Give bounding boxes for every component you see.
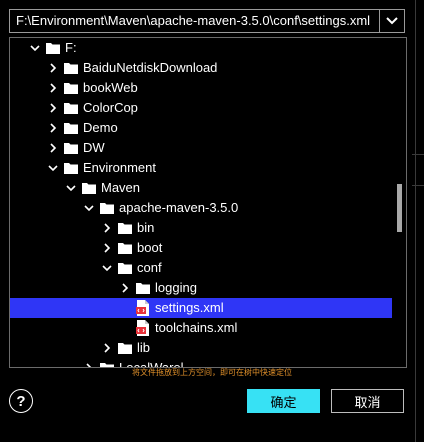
folder-icon	[64, 62, 78, 74]
tree-item-label: BaiduNetdiskDownload	[83, 60, 218, 75]
tree-item-label: lib	[137, 340, 151, 355]
chevron-right-icon[interactable]	[48, 103, 58, 113]
tree-item-label: toolchains.xml	[155, 320, 238, 335]
vertical-scrollbar[interactable]	[392, 38, 406, 367]
tree-item-label: boot	[137, 240, 163, 255]
tree-folder-row[interactable]: bookWeb	[10, 78, 392, 98]
tree-folder-row[interactable]: ColorCop	[10, 98, 392, 118]
folder-icon	[136, 282, 150, 294]
chevron-right-icon[interactable]	[48, 63, 58, 73]
folder-icon	[64, 82, 78, 94]
folder-icon	[118, 222, 132, 234]
chevron-down-icon[interactable]	[84, 203, 94, 213]
folder-icon	[64, 142, 78, 154]
xml-file-icon	[136, 320, 150, 336]
chevron-down-icon[interactable]	[379, 10, 404, 32]
tree-item-label: Demo	[83, 120, 118, 135]
folder-icon	[64, 102, 78, 114]
tree-item-label: apache-maven-3.5.0	[119, 200, 239, 215]
tree-item-label: DW	[83, 140, 105, 155]
tree-folder-row[interactable]: apache-maven-3.5.0	[10, 198, 392, 218]
background-divider	[412, 154, 424, 155]
chevron-down-icon[interactable]	[30, 43, 40, 53]
tree-folder-row[interactable]: conf	[10, 258, 392, 278]
chevron-down-icon[interactable]	[48, 163, 58, 173]
path-input[interactable]: F:\Environment\Maven\apache-maven-3.5.0\…	[16, 13, 376, 28]
path-combobox[interactable]: F:\Environment\Maven\apache-maven-3.5.0\…	[9, 9, 405, 33]
chevron-down-icon[interactable]	[66, 183, 76, 193]
folder-icon	[118, 262, 132, 274]
tree-folder-row[interactable]: Demo	[10, 118, 392, 138]
tree-folder-row[interactable]: Maven	[10, 178, 392, 198]
tree-item-label: Environment	[83, 160, 156, 175]
tree-item-label: Maven	[101, 180, 141, 195]
folder-icon	[82, 182, 96, 194]
chevron-down-icon[interactable]	[102, 263, 112, 273]
tree-item-label: settings.xml	[155, 300, 224, 315]
folder-icon	[118, 342, 132, 354]
drag-drop-hint: 将文件拖放到上方空间，即可在树中快速定位	[132, 368, 292, 377]
tree-folder-row[interactable]: logging	[10, 278, 392, 298]
chevron-right-icon[interactable]	[48, 143, 58, 153]
help-button[interactable]: ?	[9, 389, 33, 413]
chevron-right-icon[interactable]	[102, 343, 112, 353]
cancel-button[interactable]: 取消	[331, 389, 404, 413]
tree-item-label: F:	[65, 40, 77, 55]
tree-item-label: ColorCop	[83, 100, 138, 115]
tree-item-label: logging	[155, 280, 197, 295]
tree-item-label: bookWeb	[83, 80, 138, 95]
tree-file-row[interactable]: settings.xml	[10, 298, 392, 318]
tree-file-row[interactable]: toolchains.xml	[10, 318, 392, 338]
ok-button[interactable]: 确定	[247, 389, 320, 413]
tree-folder-row[interactable]: Environment	[10, 158, 392, 178]
chevron-right-icon[interactable]	[120, 283, 130, 293]
chevron-right-icon[interactable]	[102, 223, 112, 233]
tree-item-label: bin	[137, 220, 155, 235]
folder-icon	[100, 202, 114, 214]
tree-folder-row[interactable]: BaiduNetdiskDownload	[10, 58, 392, 78]
tree-folder-row[interactable]: lib	[10, 338, 392, 358]
folder-icon	[64, 122, 78, 134]
background-divider	[412, 185, 424, 186]
scrollbar-thumb[interactable]	[397, 184, 402, 232]
folder-icon	[118, 242, 132, 254]
tree-folder-row[interactable]: DW	[10, 138, 392, 158]
tree-folder-row[interactable]: F:	[10, 38, 392, 58]
chevron-right-icon[interactable]	[102, 243, 112, 253]
drive-icon	[46, 42, 60, 54]
tree-item-label: conf	[137, 260, 162, 275]
folder-tree[interactable]: F: BaiduNetdiskDownload bookWeb ColorCop Dem…	[9, 37, 407, 368]
tree-folder-row[interactable]: bin	[10, 218, 392, 238]
tree-folder-row[interactable]: boot	[10, 238, 392, 258]
xml-file-icon	[136, 300, 150, 316]
chevron-right-icon[interactable]	[48, 123, 58, 133]
folder-icon	[64, 162, 78, 174]
chevron-right-icon[interactable]	[48, 83, 58, 93]
